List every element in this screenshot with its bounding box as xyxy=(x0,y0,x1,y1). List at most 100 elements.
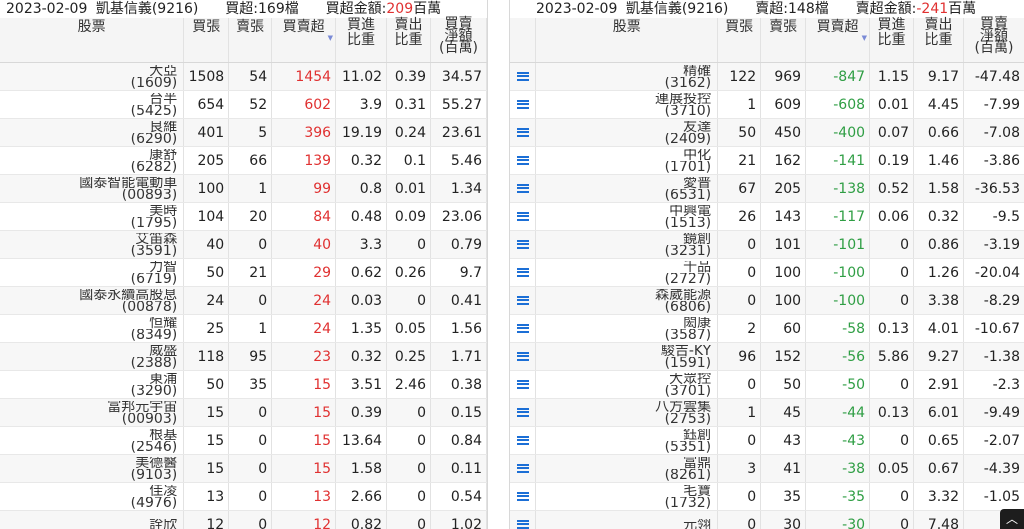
stock-cell[interactable]: 東浦 (3290) xyxy=(0,370,185,399)
table-row[interactable]: 良維 (6290) 401 5 396 19.19 0.24 23.61 xyxy=(0,118,487,147)
row-action-cell[interactable] xyxy=(510,454,537,483)
stock-name[interactable]: 森崴能源 xyxy=(538,289,711,301)
column-header-sell-pct[interactable]: 賣出 比重 xyxy=(386,18,431,63)
row-action-cell[interactable] xyxy=(510,398,537,427)
column-header-stock[interactable]: 股票 xyxy=(535,18,719,63)
list-icon[interactable] xyxy=(516,155,529,165)
table-row[interactable]: 根基 (2546) 15 0 15 13.64 0 0.84 xyxy=(0,426,487,455)
column-header-amount[interactable]: 買賣 淨額 (百萬) xyxy=(963,17,1024,63)
list-icon[interactable] xyxy=(516,519,529,529)
stock-name[interactable]: 威盛 xyxy=(2,345,177,357)
table-row[interactable]: 康舒 (6282) 205 66 139 0.32 0.1 5.46 xyxy=(0,146,487,175)
list-icon[interactable] xyxy=(516,71,529,81)
stock-name[interactable]: 八方雲集 xyxy=(538,401,711,413)
stock-cell[interactable]: 友達 (2409) xyxy=(535,118,719,147)
stock-name[interactable]: 國泰永續高股息 xyxy=(2,289,177,301)
stock-cell[interactable]: 良維 (6290) xyxy=(0,118,185,147)
stock-name[interactable]: 佳凌 xyxy=(2,485,177,497)
row-action-cell[interactable] xyxy=(510,426,537,455)
stock-name[interactable]: 詮欣 xyxy=(2,519,177,529)
stock-cell[interactable]: 台半 (5425) xyxy=(0,90,185,119)
table-row[interactable]: 閎康 (3587) 2 60 -58 0.13 4.01 -10.67 xyxy=(510,314,1024,343)
table-row[interactable]: 力智 (6719) 50 21 29 0.62 0.26 9.7 xyxy=(0,258,487,287)
stock-name[interactable]: 良維 xyxy=(2,121,177,133)
stock-name[interactable]: 恒耀 xyxy=(2,317,177,329)
stock-cell[interactable]: 根基 (2546) xyxy=(0,426,185,455)
table-row[interactable]: 中興電 (1513) 26 143 -117 0.06 0.32 -9.5 xyxy=(510,202,1024,231)
row-action-cell[interactable] xyxy=(510,314,537,343)
column-header-sell[interactable]: 賣張 xyxy=(760,18,807,63)
stock-name[interactable]: 愛普 xyxy=(538,177,711,189)
stock-name[interactable]: 東浦 xyxy=(2,373,177,385)
table-row[interactable]: 國泰永續高股息 (00878) 24 0 24 0.03 0 0.41 xyxy=(0,286,487,315)
stock-cell[interactable]: 鈺創 (5351) xyxy=(535,426,719,455)
row-action-cell[interactable] xyxy=(510,510,537,529)
stock-cell[interactable]: 元翎 xyxy=(535,510,719,529)
list-icon[interactable] xyxy=(516,351,529,361)
table-row[interactable]: 詮欣 12 0 12 0.82 0 1.02 xyxy=(0,510,487,529)
stock-name[interactable]: 富邦元宇宙 xyxy=(2,401,177,413)
table-row[interactable]: 精確 (3162) 122 969 -847 1.15 9.17 -47.48 xyxy=(510,62,1024,91)
stock-cell[interactable]: 大亞 (1609) xyxy=(0,62,185,91)
stock-cell[interactable]: 中興電 (1513) xyxy=(535,202,719,231)
table-row[interactable]: 中化 (1701) 21 162 -141 0.19 1.46 -3.86 xyxy=(510,146,1024,175)
stock-cell[interactable]: 毛寶 (1732) xyxy=(535,482,719,511)
table-row[interactable]: 八方雲集 (2753) 1 45 -44 0.13 6.01 -9.49 xyxy=(510,398,1024,427)
list-icon[interactable] xyxy=(516,127,529,137)
stock-name[interactable]: 中化 xyxy=(538,149,711,161)
stock-cell[interactable]: 力智 (6719) xyxy=(0,258,185,287)
stock-cell[interactable]: 艾笛森 (3591) xyxy=(0,230,185,259)
stock-name[interactable]: 根基 xyxy=(2,429,177,441)
table-row[interactable]: 駿吉-KY (1591) 96 152 -56 5.86 9.27 -1.38 xyxy=(510,342,1024,371)
table-row[interactable]: 艾笛森 (3591) 40 0 40 3.3 0 0.79 xyxy=(0,230,487,259)
table-row[interactable]: 佳凌 (4976) 13 0 13 2.66 0 0.54 xyxy=(0,482,487,511)
stock-name[interactable]: 艾笛森 xyxy=(2,233,177,245)
table-row[interactable]: 台半 (5425) 654 52 602 3.9 0.31 55.27 xyxy=(0,90,487,119)
list-icon[interactable] xyxy=(516,99,529,109)
table-row[interactable]: 愛普 (6531) 67 205 -138 0.52 1.58 -36.53 xyxy=(510,174,1024,203)
stock-cell[interactable]: 美時 (1795) xyxy=(0,202,185,231)
table-row[interactable]: 大眾控 (3701) 0 50 -50 0 2.91 -2.3 xyxy=(510,370,1024,399)
stock-name[interactable]: 閎康 xyxy=(538,317,711,329)
row-action-cell[interactable] xyxy=(510,146,537,175)
column-header-sell[interactable]: 賣張 xyxy=(228,18,273,63)
list-icon[interactable] xyxy=(516,323,529,333)
row-action-cell[interactable] xyxy=(510,90,537,119)
table-row[interactable]: 富鼎 (8261) 3 41 -38 0.05 0.67 -4.39 xyxy=(510,454,1024,483)
stock-name[interactable]: 友達 xyxy=(538,121,711,133)
column-header-buy[interactable]: 買張 xyxy=(183,18,230,63)
stock-name[interactable]: 駿吉-KY xyxy=(538,345,711,357)
list-icon[interactable] xyxy=(516,379,529,389)
row-action-cell[interactable] xyxy=(510,230,537,259)
stock-cell[interactable]: 威盛 (2388) xyxy=(0,342,185,371)
table-row[interactable]: 千品 (2727) 0 100 -100 0 1.26 -20.04 xyxy=(510,258,1024,287)
table-row[interactable]: 國泰智能電動車 (00893) 100 1 99 0.8 0.01 1.34 xyxy=(0,174,487,203)
stock-cell[interactable]: 中化 (1701) xyxy=(535,146,719,175)
stock-name[interactable]: 精確 xyxy=(538,65,711,77)
column-header-amount[interactable]: 買賣 淨額 (百萬) xyxy=(430,17,487,63)
table-row[interactable]: 美德醫 (9103) 15 0 15 1.58 0 0.11 xyxy=(0,454,487,483)
stock-cell[interactable]: 恒耀 (8349) xyxy=(0,314,185,343)
row-action-cell[interactable] xyxy=(510,118,537,147)
stock-name[interactable]: 大亞 xyxy=(2,65,177,77)
stock-cell[interactable]: 大眾控 (3701) xyxy=(535,370,719,399)
list-icon[interactable] xyxy=(516,491,529,501)
stock-cell[interactable]: 森崴能源 (6806) xyxy=(535,286,719,315)
table-row[interactable]: 連展投控 (3710) 1 609 -608 0.01 4.45 -7.99 xyxy=(510,90,1024,119)
column-header-buy-pct[interactable]: 買進 比重 xyxy=(869,18,915,63)
column-header-sell-pct[interactable]: 賣出 比重 xyxy=(913,18,964,63)
list-icon[interactable] xyxy=(516,211,529,221)
column-header-buy[interactable]: 買張 xyxy=(717,18,762,63)
sort-down-icon[interactable]: ▼ xyxy=(808,35,867,42)
row-action-cell[interactable] xyxy=(510,202,537,231)
stock-cell[interactable]: 佳凌 (4976) xyxy=(0,482,185,511)
stock-cell[interactable]: 詮欣 xyxy=(0,510,185,529)
sort-down-icon[interactable]: ▼ xyxy=(274,35,333,42)
stock-cell[interactable]: 千品 (2727) xyxy=(535,258,719,287)
stock-name[interactable]: 鏡創 xyxy=(538,233,711,245)
stock-cell[interactable]: 美德醫 (9103) xyxy=(0,454,185,483)
table-row[interactable]: 威盛 (2388) 118 95 23 0.32 0.25 1.71 xyxy=(0,342,487,371)
table-row[interactable]: 毛寶 (1732) 0 35 -35 0 3.32 -1.05 xyxy=(510,482,1024,511)
stock-cell[interactable]: 駿吉-KY (1591) xyxy=(535,342,719,371)
table-row[interactable]: 美時 (1795) 104 20 84 0.48 0.09 23.06 xyxy=(0,202,487,231)
